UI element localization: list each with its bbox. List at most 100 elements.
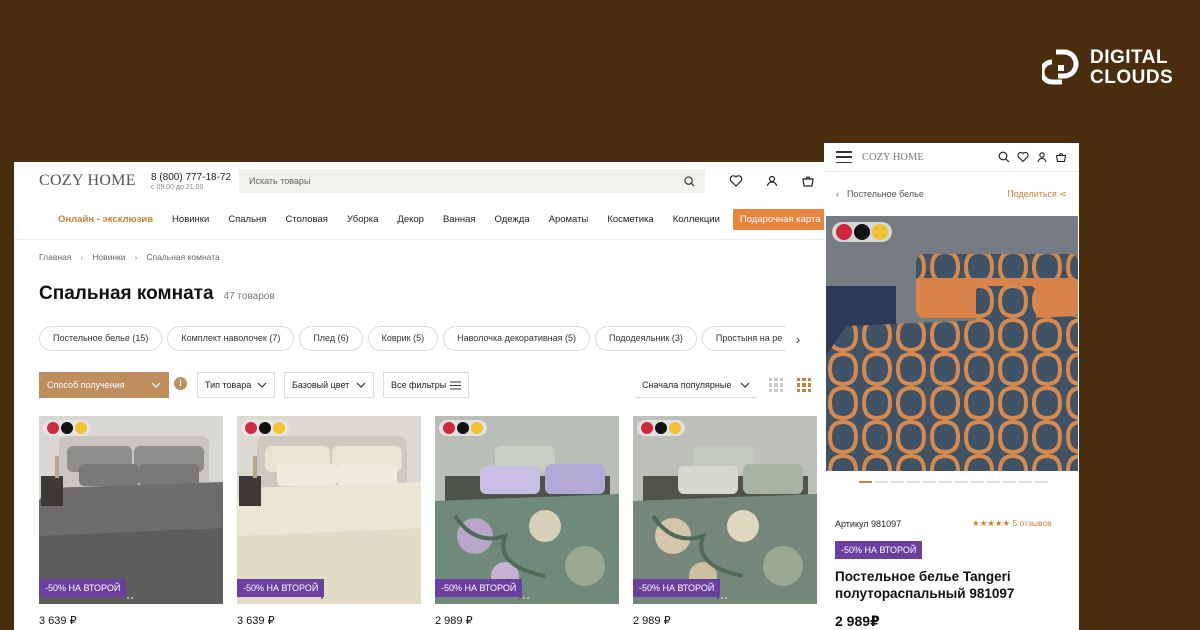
- mobile-header-icons: [998, 151, 1067, 163]
- all-filters-button[interactable]: Все фильтры: [383, 372, 469, 398]
- cart-icon[interactable]: [1055, 151, 1067, 163]
- nav-item-cleaning[interactable]: Уборка: [347, 214, 378, 225]
- nav-item-aromas[interactable]: Ароматы: [549, 214, 589, 225]
- brand-badge-icon: [457, 422, 469, 434]
- mobile-product-image[interactable]: [826, 216, 1078, 471]
- sort-select[interactable]: Сначала популярные: [635, 372, 757, 398]
- diamond-badge-icon: [273, 422, 285, 434]
- share-icon: ⋖: [1059, 188, 1067, 199]
- product-price: 2 989 ₽: [633, 615, 671, 627]
- delivery-method-select[interactable]: Способ получения: [39, 372, 169, 398]
- nav-item-new[interactable]: Новинки: [172, 214, 209, 225]
- user-icon[interactable]: [765, 174, 779, 188]
- product-price: 2 989₽: [835, 613, 880, 629]
- product-badges: [439, 420, 487, 436]
- grid-view-large-icon[interactable]: [769, 378, 783, 392]
- hit-badge-icon: [443, 422, 455, 434]
- product-image[interactable]: -50% НА ВТОРОЙ: [237, 416, 421, 604]
- mobile-site-logo[interactable]: COZY HOME: [862, 152, 998, 163]
- chip-duvet-cover[interactable]: Пододеяльник (3): [595, 326, 697, 351]
- heart-icon[interactable]: [729, 174, 743, 188]
- chevron-down-icon: [740, 382, 750, 388]
- breadcrumb-new[interactable]: Новинки: [92, 252, 125, 262]
- phone-number[interactable]: 8 (800) 777-18-72: [151, 172, 239, 183]
- product-card[interactable]: -50% НА ВТОРОЙ 2 989 ₽: [633, 416, 817, 627]
- cart-icon[interactable]: [801, 174, 815, 188]
- search-icon[interactable]: [684, 175, 695, 187]
- search-input[interactable]: Искать товары: [239, 169, 705, 193]
- heart-icon[interactable]: [1017, 151, 1029, 163]
- chevron-right-icon: ›: [134, 252, 138, 262]
- share-label: Поделиться: [1007, 188, 1057, 199]
- search-icon[interactable]: [998, 151, 1010, 163]
- base-color-filter[interactable]: Базовый цвет: [284, 372, 374, 398]
- product-price: 2 989 ₽: [435, 615, 473, 627]
- diamond-badge-icon: [872, 224, 888, 240]
- promo-badge: -50% НА ВТОРОЙ: [435, 579, 523, 597]
- product-card[interactable]: -50% НА ВТОРОЙ 3 639 ₽: [237, 416, 421, 627]
- bed-photo-floral-lilac: [435, 416, 619, 604]
- image-dots: [519, 597, 529, 599]
- mobile-product-badges: [832, 222, 892, 242]
- gift-card-button[interactable]: Подарочная карта: [732, 209, 824, 230]
- chip-sheet[interactable]: Простыня на ре: [701, 326, 797, 351]
- product-card[interactable]: -50% НА ВТОРОЙ 2 989 ₽: [435, 416, 619, 627]
- nav-item-exclusive[interactable]: Онлайн - эксклюзив: [58, 214, 153, 225]
- brand-line-1: DIGITAL: [1090, 47, 1169, 68]
- nav-item-clothes[interactable]: Одежда: [495, 214, 530, 225]
- chip-plaid[interactable]: Плед (6): [299, 326, 363, 351]
- chip-rug[interactable]: Коврик (5): [367, 326, 439, 351]
- sort-label: Сначала популярные: [642, 379, 732, 390]
- article-number: Артикул 981097: [835, 519, 902, 529]
- mobile-header: COZY HOME: [824, 143, 1079, 171]
- nav-item-decor[interactable]: Декор: [397, 214, 424, 225]
- promo-badge: -50% НА ВТОРОЙ: [633, 579, 721, 597]
- chevron-right-icon[interactable]: ›: [786, 326, 810, 351]
- share-button[interactable]: Поделиться ⋖: [1007, 189, 1067, 200]
- product-card[interactable]: -50% НА ВТОРОЙ 3 639 ₽: [39, 416, 223, 627]
- nav-item-bath[interactable]: Ванная: [443, 214, 476, 225]
- desktop-screen: COZY HOME 8 (800) 777-18-72 с 09.00 до 2…: [14, 162, 824, 630]
- brand-badge-icon: [61, 422, 73, 434]
- user-icon[interactable]: [1036, 151, 1048, 163]
- nav-item-cosmetics[interactable]: Косметика: [607, 214, 653, 225]
- product-image[interactable]: -50% НА ВТОРОЙ: [39, 416, 223, 604]
- product-price: 3 639 ₽: [237, 615, 275, 627]
- grid-view-small-icon[interactable]: [797, 378, 811, 392]
- rating-reviews[interactable]: ★★★★★ 5 отзывов: [972, 518, 1052, 529]
- brand-badge-icon: [854, 224, 870, 240]
- menu-icon[interactable]: [836, 151, 852, 163]
- contact-block: 8 (800) 777-18-72 с 09.00 до 21.00: [151, 172, 239, 191]
- back-link[interactable]: ‹ Постельное белье: [836, 189, 924, 199]
- breadcrumb-home[interactable]: Главная: [39, 252, 71, 262]
- chip-pillowcase-set[interactable]: Комплект наволочек (7): [167, 326, 295, 351]
- product-image[interactable]: -50% НА ВТОРОЙ: [633, 416, 817, 604]
- product-image[interactable]: -50% НА ВТОРОЙ: [435, 416, 619, 604]
- bed-photo-floral-beige: [633, 416, 817, 604]
- brand-badge-icon: [259, 422, 271, 434]
- product-badges: [637, 420, 685, 436]
- bed-photo-gray: [39, 416, 223, 604]
- nav-item-bedroom[interactable]: Спальня: [228, 214, 266, 225]
- info-icon[interactable]: i: [174, 377, 187, 390]
- hit-badge-icon: [245, 422, 257, 434]
- nav-item-dining[interactable]: Столовая: [285, 214, 327, 225]
- work-hours: с 09.00 до 21.00: [151, 183, 204, 191]
- site-logo[interactable]: COZY HOME: [39, 172, 151, 190]
- chip-bed-linen[interactable]: Постельное белье (15): [39, 326, 163, 351]
- diamond-badge-icon: [471, 422, 483, 434]
- breadcrumb: Главная › Новинки › Спальная комната: [14, 240, 824, 262]
- base-color-label: Базовый цвет: [292, 380, 350, 390]
- product-grid: -50% НА ВТОРОЙ 3 639 ₽ -50% НА ВТОРОЙ 3 …: [39, 416, 817, 627]
- chip-decor-pillowcase[interactable]: Наволочка декоративная (5): [443, 326, 590, 351]
- nav-item-collections[interactable]: Коллекции: [673, 214, 720, 225]
- hit-badge-icon: [836, 224, 852, 240]
- product-type-filter[interactable]: Тип товара: [197, 372, 275, 398]
- cloud-logo-icon: [1042, 49, 1079, 85]
- mobile-subheader: ‹ Постельное белье Поделиться ⋖: [824, 171, 1079, 216]
- chevron-down-icon: [257, 382, 267, 388]
- category-chips: Постельное белье (15) Комплект наволочек…: [39, 326, 809, 351]
- product-badges: [43, 420, 91, 436]
- back-label: Постельное белье: [847, 189, 924, 199]
- header-icons: [729, 174, 815, 188]
